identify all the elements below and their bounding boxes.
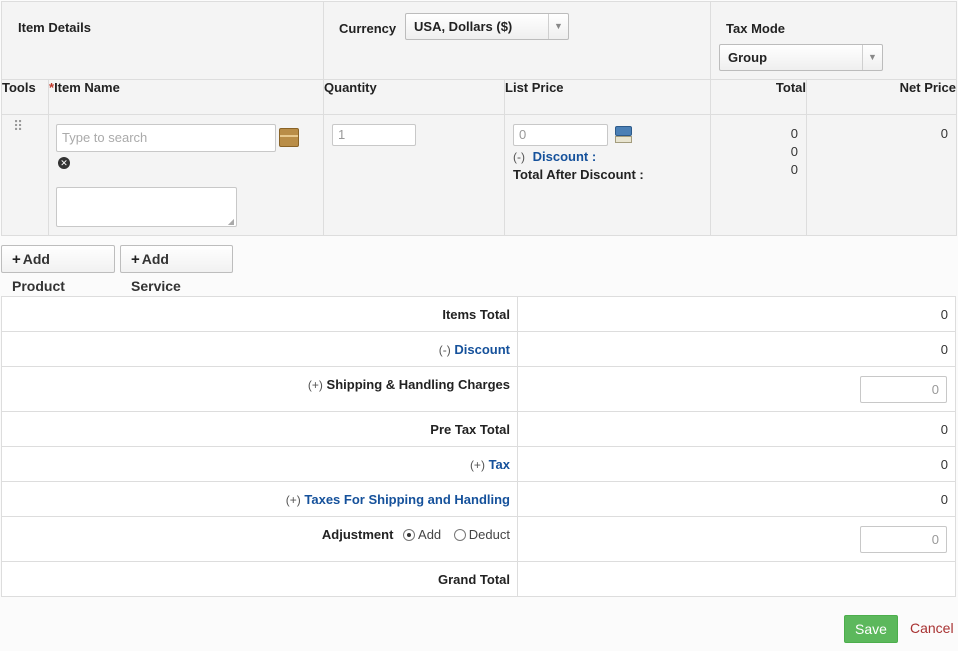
tax-value: 0 (517, 446, 956, 482)
price-book-icon[interactable] (614, 125, 633, 144)
adjustment-deduct-radio[interactable] (453, 529, 466, 541)
shipping-label-cell: (+) Shipping & Handling Charges (1, 366, 518, 412)
pre-tax-total-value: 0 (517, 411, 956, 447)
tax-mode-cell: Tax Mode Group ▼ (710, 1, 958, 80)
currency-cell: Currency USA, Dollars ($) ▼ (323, 1, 712, 80)
plus-icon: + (131, 251, 140, 268)
adjustment-row: Adjustment Add Deduct 0 (1, 516, 956, 562)
shipping-tax-row: (+) Taxes For Shipping and Handling 0 (1, 481, 956, 517)
total-value: 0 (790, 126, 799, 141)
adjustment-deduct-label: Deduct (468, 527, 510, 542)
tools-cell: ⠿ (1, 114, 49, 236)
tax-mode-value: Group (728, 50, 768, 65)
save-button[interactable]: Save (844, 615, 898, 643)
discount-line: (-) Discount : (513, 149, 596, 164)
item-details-header: Item Details (0, 1, 325, 80)
discount-total-prefix: (-) (438, 343, 451, 357)
totals-table: Items Total 0 (-) Discount 0 (+) Shippin… (1, 296, 956, 597)
chevron-down-icon: ▼ (548, 14, 568, 39)
list-price-value: 0 (519, 127, 527, 142)
shipping-cell: 0 (517, 366, 956, 412)
drag-handle-icon[interactable]: ⠿ (13, 119, 23, 133)
add-product-button[interactable]: + Add Product (1, 245, 115, 294)
currency-label: Currency (339, 21, 397, 36)
adjustment-label: Adjustment (321, 527, 394, 542)
discount-total-link[interactable]: Discount (454, 342, 510, 357)
discount-total-value: 0 (517, 331, 956, 367)
items-total-row: Items Total 0 (1, 296, 956, 332)
discount-row: (-) Discount 0 (1, 331, 956, 367)
tax-mode-label: Tax Mode (726, 21, 786, 36)
shipping-prefix: (+) (307, 378, 323, 392)
col-tools: Tools (1, 79, 49, 115)
item-search-placeholder: Type to search (62, 130, 148, 145)
col-total: Total (710, 79, 808, 115)
shipping-input[interactable]: 0 (860, 376, 947, 403)
adjustment-add-radio[interactable] (403, 529, 416, 541)
shipping-tax-link[interactable]: Taxes For Shipping and Handling (304, 492, 510, 507)
items-total-value: 0 (517, 296, 956, 332)
item-details-title: Item Details (18, 20, 91, 35)
plus-icon: + (12, 251, 21, 268)
adjustment-cell: 0 (517, 516, 956, 562)
add-service-button[interactable]: + Add Service (120, 245, 233, 294)
total-cell: 0 0 0 (710, 114, 808, 236)
discount-prefix: (-) (513, 150, 526, 164)
shipping-tax-value: 0 (517, 481, 956, 517)
item-search-input[interactable]: Type to search (56, 124, 276, 152)
total-after-discount-value: 0 (790, 162, 799, 177)
quantity-value: 1 (338, 127, 346, 142)
list-price-input[interactable]: 0 (513, 124, 609, 146)
col-quantity: Quantity (323, 79, 506, 115)
grand-total-label: Grand Total (1, 561, 518, 597)
total-after-discount-label: Total After Discount : (513, 167, 644, 182)
net-price-cell: 0 (806, 114, 958, 236)
adjustment-label-cell: Adjustment Add Deduct (1, 516, 518, 562)
cancel-link[interactable]: Cancel (910, 620, 954, 636)
shipping-value: 0 (931, 382, 939, 397)
pre-tax-total-label: Pre Tax Total (1, 411, 518, 447)
shipping-row: (+) Shipping & Handling Charges 0 (1, 366, 956, 412)
shipping-tax-label-cell: (+) Taxes For Shipping and Handling (1, 481, 518, 517)
tax-prefix: (+) (469, 458, 485, 472)
grand-total-row: Grand Total (1, 561, 956, 597)
item-name-header: Item Name (54, 80, 120, 95)
discount-label-cell: (-) Discount (1, 331, 518, 367)
grand-total-value (517, 561, 956, 597)
col-net-price: Net Price (806, 79, 958, 115)
currency-value: USA, Dollars ($) (414, 19, 513, 34)
item-comment-textarea[interactable]: ◢ (56, 187, 237, 227)
quantity-cell: 1 (323, 114, 506, 236)
adjustment-add-label: Add (418, 527, 442, 542)
items-total-label: Items Total (1, 296, 518, 332)
tax-mode-select[interactable]: Group ▼ (719, 44, 884, 71)
clear-icon[interactable]: ✕ (58, 157, 70, 169)
discount-link[interactable]: Discount : (533, 149, 597, 164)
tax-link[interactable]: Tax (489, 457, 510, 472)
shipping-label: Shipping & Handling Charges (326, 377, 510, 392)
list-price-cell: 0 (-) Discount : Total After Discount : (504, 114, 712, 236)
tax-label-cell: (+) Tax (1, 446, 518, 482)
col-list-price: List Price (504, 79, 712, 115)
net-price-value: 0 (940, 126, 949, 141)
product-box-icon[interactable] (279, 128, 299, 147)
col-item-name: *Item Name (47, 79, 325, 115)
line-items-table: Item Details Currency USA, Dollars ($) ▼… (0, 1, 958, 236)
item-name-cell: Type to search ✕ ◢ (47, 114, 325, 236)
adjustment-value: 0 (931, 532, 939, 547)
tax-row: (+) Tax 0 (1, 446, 956, 482)
resize-grip-icon: ◢ (227, 217, 234, 226)
quantity-input[interactable]: 1 (332, 124, 417, 146)
chevron-down-icon: ▼ (862, 45, 882, 70)
adjustment-input[interactable]: 0 (860, 526, 947, 553)
discount-value: 0 (790, 144, 799, 159)
currency-select[interactable]: USA, Dollars ($) ▼ (405, 13, 570, 40)
table-row: ⠿ Type to search ✕ ◢ 1 0 (-) Discount: … (1, 114, 958, 236)
shipping-tax-prefix: (+) (285, 493, 301, 507)
pre-tax-total-row: Pre Tax Total 0 (1, 411, 956, 447)
